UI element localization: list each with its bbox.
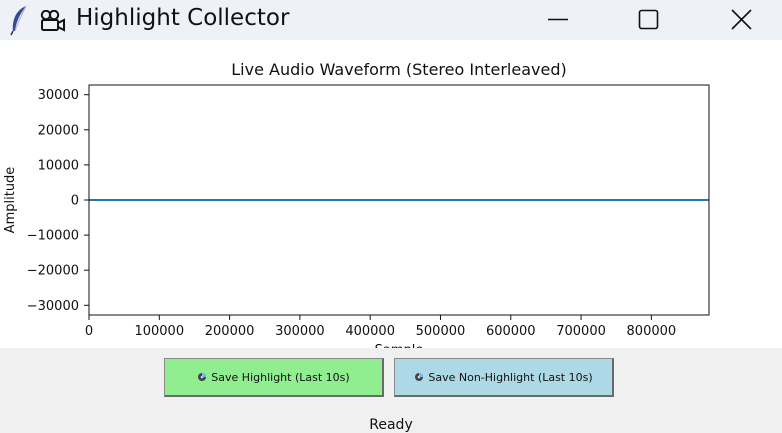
x-tick-label: 500000: [416, 324, 466, 339]
title-bar: Highlight Collector: [0, 0, 782, 40]
minimize-icon: [548, 18, 568, 21]
disk-icon: [198, 373, 207, 381]
y-tick-label: −20000: [27, 264, 79, 279]
y-tick-label: 10000: [38, 158, 79, 173]
save-highlight-button[interactable]: Save Highlight (Last 10s): [164, 358, 384, 397]
x-tick-label: 300000: [275, 324, 325, 339]
save-non-highlight-label: Save Non-Highlight (Last 10s): [428, 370, 593, 384]
x-tick-label: 0: [85, 324, 93, 339]
waveform-plot: Live Audio Waveform (Stereo Interleaved)…: [0, 40, 782, 348]
x-tick-label: 100000: [134, 324, 184, 339]
maximize-icon: [638, 9, 659, 30]
maximize-button[interactable]: [627, 4, 671, 36]
x-tick-label: 400000: [345, 324, 395, 339]
disk-icon: [415, 373, 424, 381]
y-tick-label: −30000: [27, 299, 79, 314]
y-tick-label: 30000: [38, 88, 79, 103]
close-icon: [731, 9, 752, 30]
y-tick-label: 0: [71, 193, 79, 208]
y-tick-label: −10000: [27, 229, 79, 244]
feather-icon: [10, 5, 27, 36]
waveform-chart: Live Audio Waveform (Stereo Interleaved)…: [3, 60, 710, 348]
save-non-highlight-button[interactable]: Save Non-Highlight (Last 10s): [394, 358, 614, 397]
y-tick-label: 20000: [38, 123, 79, 138]
chart-title: Live Audio Waveform (Stereo Interleaved): [231, 60, 566, 79]
x-tick-label: 600000: [486, 324, 536, 339]
close-button[interactable]: [720, 4, 764, 36]
window-title: Highlight Collector: [76, 5, 290, 31]
movie-camera-icon: [40, 10, 65, 32]
x-tick-label: 200000: [205, 324, 255, 339]
x-tick-label: 700000: [556, 324, 606, 339]
status-label: Ready: [369, 417, 413, 433]
minimize-button[interactable]: [536, 4, 580, 36]
y-axis-label: Amplitude: [3, 167, 18, 234]
x-tick-label: 800000: [627, 324, 677, 339]
save-highlight-label: Save Highlight (Last 10s): [211, 370, 350, 384]
x-axis-label: Sample: [375, 343, 424, 348]
